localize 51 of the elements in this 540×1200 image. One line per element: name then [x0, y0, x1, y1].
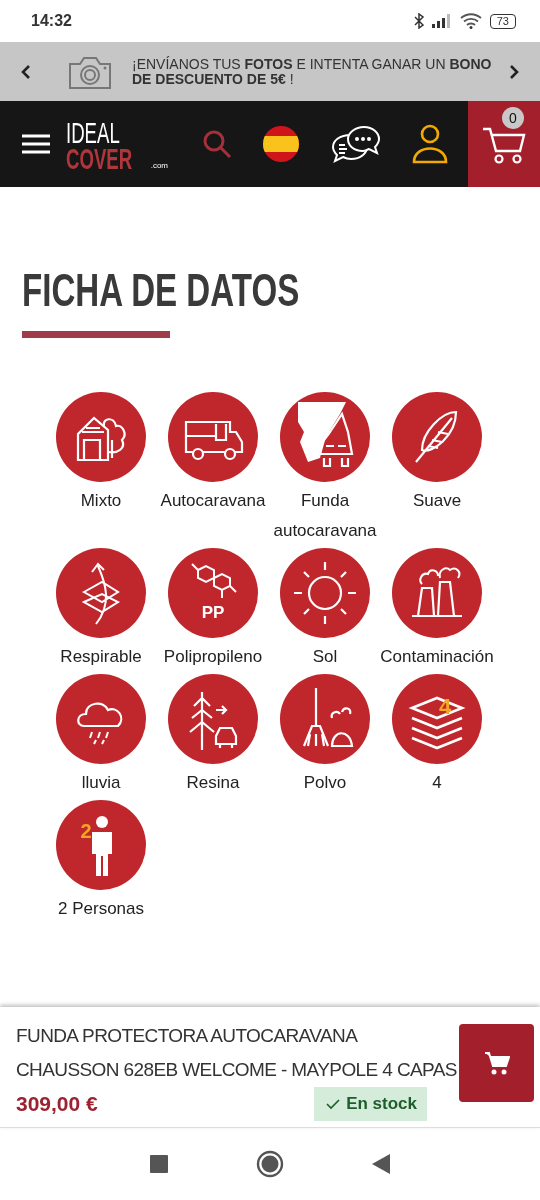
home-icon[interactable] [256, 1150, 284, 1178]
feature-label: 2 Personas [58, 898, 144, 920]
clock-time: 14:32 [31, 12, 73, 30]
back-icon[interactable] [372, 1154, 390, 1174]
flag-icon[interactable] [263, 126, 300, 162]
signal-icon [431, 14, 452, 28]
user-icon[interactable] [412, 124, 449, 164]
feature-label: lluvia [81, 772, 121, 794]
battery-level: 73 [489, 13, 516, 29]
feature-icon [280, 674, 370, 764]
feature-label: Mixto [80, 490, 122, 512]
add-to-cart-button[interactable] [459, 1024, 534, 1102]
cart-count: 0 [502, 107, 524, 129]
cart-icon [483, 1050, 510, 1076]
feature-label: Resina [186, 772, 240, 794]
feature-icon: 2 [56, 800, 146, 890]
feature-icon [392, 392, 482, 482]
logo-text[interactable]: IDEAL [66, 120, 133, 146]
feature-icon [56, 548, 146, 638]
feature-label: Sol [312, 646, 338, 668]
chevron-left-icon[interactable] [20, 62, 32, 81]
feature-label: Autocaravana [160, 490, 266, 512]
promo-text: ¡ENVÍANOS TUS FOTOS E INTENTA GANAR UN BONO DE DESCUENTO DE 5€ ! [131, 56, 493, 87]
feature-icon: PP [168, 548, 258, 638]
chat-icon[interactable] [330, 125, 381, 163]
feature-label: Funda autocaravana [272, 490, 378, 542]
section-title: FICHA DE DATOS [22, 263, 300, 317]
stock-badge: En stock [314, 1087, 427, 1121]
product-title: FUNDA PROTECTORA AUTOCARAVANA CHAUSSON 628EB WELCOME - MAYPOLE 4 CAPAS [16, 1024, 458, 1082]
feature-icon: 4 [392, 674, 482, 764]
cart-button[interactable]: 0 [468, 101, 540, 187]
feature-label: 4 [432, 772, 442, 794]
feature-label: Respirable [60, 646, 142, 668]
chevron-right-icon[interactable] [508, 62, 520, 81]
feature-label: Contaminación [380, 646, 494, 668]
bluetooth-icon [413, 13, 424, 29]
feature-icon [392, 548, 482, 638]
menu-icon[interactable] [22, 134, 50, 154]
feature-label: Suave [412, 490, 462, 512]
feature-icon [168, 674, 258, 764]
feature-label: Polvo [303, 772, 347, 794]
logo-suffix: .com [150, 161, 169, 170]
feature-icon [56, 392, 146, 482]
wifi-icon [459, 13, 482, 29]
product-price: 309,00 € [16, 1092, 98, 1116]
search-icon[interactable] [201, 129, 232, 159]
feature-icon [280, 392, 370, 482]
feature-icon [168, 392, 258, 482]
feature-icon [56, 674, 146, 764]
feature-icon [280, 548, 370, 638]
feature-label: Polipropileno [163, 646, 263, 668]
